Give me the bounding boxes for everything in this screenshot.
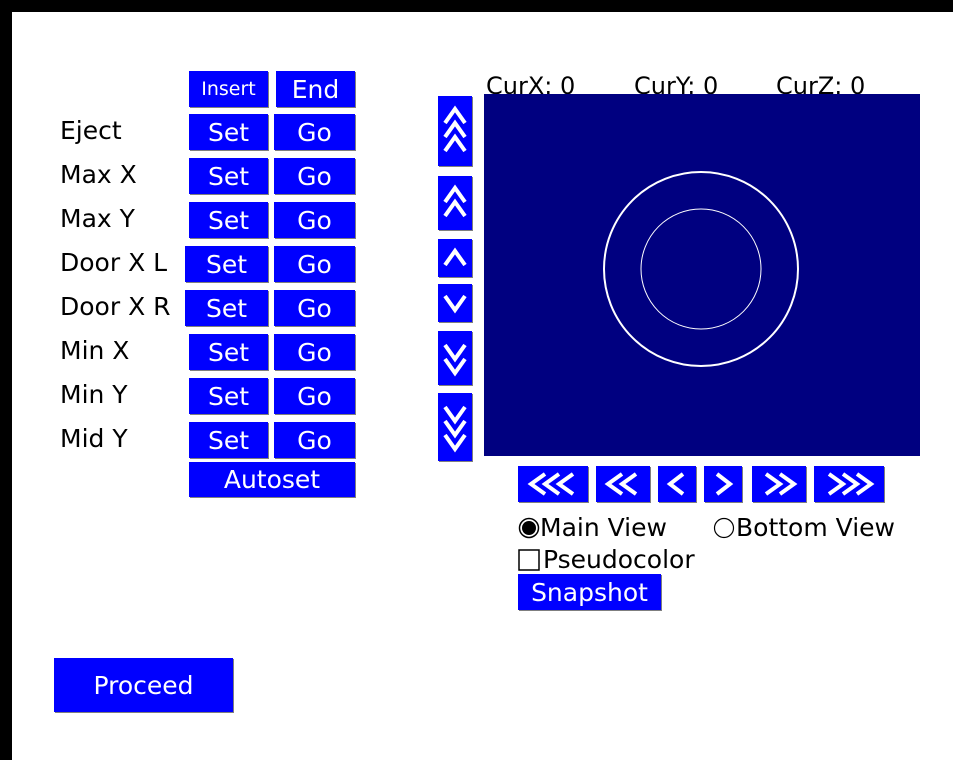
up-icon xyxy=(443,247,467,267)
row-label-max-y: Max Y xyxy=(60,204,135,233)
row-label-mid-y: Mid Y xyxy=(60,424,128,453)
move-down-medium-button[interactable] xyxy=(438,331,472,385)
move-right-medium-button[interactable] xyxy=(752,466,806,502)
door-x-r-set-button[interactable]: Set xyxy=(185,290,268,326)
double-right-icon xyxy=(764,472,798,496)
insert-button[interactable]: Insert xyxy=(189,71,268,107)
right-icon xyxy=(715,472,734,496)
triple-down-icon xyxy=(443,405,467,453)
move-down-button[interactable] xyxy=(438,284,472,322)
triple-up-icon xyxy=(443,105,467,153)
mid-y-set-button[interactable]: Set xyxy=(189,422,268,458)
max-y-set-button[interactable]: Set xyxy=(189,202,268,238)
move-up-medium-button[interactable] xyxy=(438,176,472,230)
mid-y-go-button[interactable]: Go xyxy=(274,422,355,458)
move-left-button[interactable] xyxy=(658,466,696,502)
move-up-button[interactable] xyxy=(438,239,472,277)
radio-unselected-icon xyxy=(713,517,735,538)
move-left-fast-button[interactable] xyxy=(518,466,588,502)
row-label-min-x: Min X xyxy=(60,336,130,365)
max-x-go-button[interactable]: Go xyxy=(274,158,355,194)
double-down-icon xyxy=(443,343,467,377)
main-view-radio[interactable]: Main View xyxy=(518,513,667,542)
min-y-go-button[interactable]: Go xyxy=(274,378,355,414)
bottom-view-label: Bottom View xyxy=(736,513,895,542)
radio-selected-icon xyxy=(518,517,540,538)
max-y-go-button[interactable]: Go xyxy=(274,202,355,238)
row-label-eject: Eject xyxy=(60,116,122,145)
door-x-l-go-button[interactable]: Go xyxy=(274,246,355,282)
pseudocolor-checkbox[interactable]: Pseudocolor xyxy=(518,545,695,574)
move-up-fast-button[interactable] xyxy=(438,96,472,166)
max-x-set-button[interactable]: Set xyxy=(189,158,268,194)
min-y-set-button[interactable]: Set xyxy=(189,378,268,414)
down-icon xyxy=(443,294,467,314)
eject-go-button[interactable]: Go xyxy=(274,114,355,150)
end-button[interactable]: End xyxy=(276,71,355,107)
autoset-button[interactable]: Autoset xyxy=(189,462,355,497)
move-left-medium-button[interactable] xyxy=(596,466,650,502)
row-label-door-x-l: Door X L xyxy=(60,248,168,277)
move-down-fast-button[interactable] xyxy=(438,393,472,461)
target-circles xyxy=(603,171,799,367)
main-view-label: Main View xyxy=(540,513,667,542)
triple-right-icon xyxy=(827,472,875,496)
triple-left-icon xyxy=(527,472,575,496)
move-right-button[interactable] xyxy=(704,466,742,502)
snapshot-button[interactable]: Snapshot xyxy=(518,574,661,610)
double-up-icon xyxy=(443,184,467,218)
eject-set-button[interactable]: Set xyxy=(189,114,268,150)
left-icon xyxy=(666,472,685,496)
pseudocolor-label: Pseudocolor xyxy=(543,545,695,574)
door-x-l-set-button[interactable]: Set xyxy=(185,246,268,282)
min-x-set-button[interactable]: Set xyxy=(189,334,268,370)
checkbox-unchecked-icon xyxy=(518,548,540,571)
row-label-min-y: Min Y xyxy=(60,380,128,409)
camera-view[interactable] xyxy=(484,94,920,456)
door-x-r-go-button[interactable]: Go xyxy=(274,290,355,326)
row-label-door-x-r: Door X R xyxy=(60,292,171,321)
row-label-max-x: Max X xyxy=(60,160,137,189)
proceed-button[interactable]: Proceed xyxy=(54,658,233,712)
double-left-icon xyxy=(604,472,638,496)
move-right-fast-button[interactable] xyxy=(814,466,884,502)
bottom-view-radio[interactable]: Bottom View xyxy=(712,513,895,542)
min-x-go-button[interactable]: Go xyxy=(274,334,355,370)
